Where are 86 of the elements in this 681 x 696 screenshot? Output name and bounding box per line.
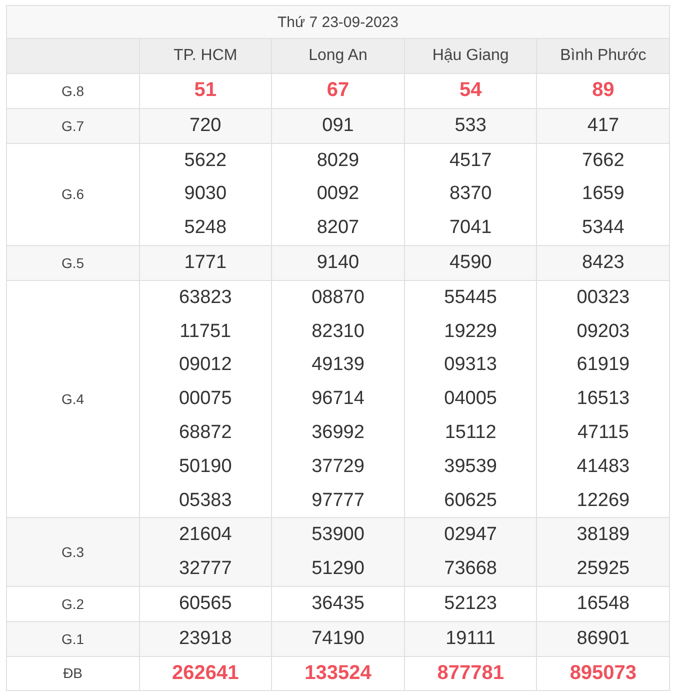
prize-number: 02947 [443,523,498,548]
prize-number: 00075 [178,387,233,412]
prize-number: 533 [454,114,488,138]
prize-number: 9030 [183,182,228,206]
prize-number: 39539 [443,454,498,479]
prize-number: 09313 [443,353,498,378]
prize-number: 08870 [310,286,366,310]
prize-number: 55445 [443,286,498,310]
prize-number: 895073 [568,660,638,686]
prize-number: 04005 [443,387,498,412]
prize-number: 4517 [448,148,493,173]
prize-number: 37729 [310,454,366,479]
prize-number: 63823 [178,286,233,310]
prize-number: 60565 [178,592,233,616]
prize-number: 74190 [310,626,366,651]
prize-number: 25925 [576,557,631,582]
province-header: TP. HCM [139,38,272,74]
prize-number: 7662 [581,148,626,173]
prize-number: 720 [188,114,222,138]
prize-number: 19229 [443,320,498,344]
prize-number: 05383 [178,488,233,513]
prize-number: 09012 [178,353,233,378]
prize-number: 091 [321,114,355,138]
prize-number: 51290 [310,557,366,582]
province-header: Bình Phước [536,38,670,74]
prize-label: G.8 [6,74,140,108]
prize-number: 262641 [171,660,240,686]
prize-number: 7041 [448,216,493,240]
prize-label: G.3 [6,518,140,586]
province-header: Long An [272,38,404,74]
prize-number: 9140 [316,250,360,275]
prize-number: 0092 [316,182,360,206]
prize-number: 36992 [310,420,366,445]
prize-number: 32777 [178,557,233,582]
prize-number: 49139 [310,353,366,378]
prize-number: 86901 [576,626,631,651]
prize-label: G.1 [6,621,140,656]
prize-number: 11751 [178,320,232,344]
prize-number: 00323 [576,286,631,310]
prize-number: 52123 [443,592,498,616]
prize-number: 15112 [444,420,498,445]
prize-number: 8207 [316,216,360,240]
prize-number: 133524 [304,660,372,686]
prize-number: 877781 [436,660,505,686]
prize-number: 23918 [178,626,233,651]
province-header: Hậu Giang [404,38,537,74]
prize-number: 8423 [581,250,626,275]
prize-label: G.6 [6,143,140,246]
prize-number: 12269 [576,488,631,513]
prize-number: 60625 [443,488,498,513]
prize-number: 53900 [310,523,366,548]
prize-number: 21604 [178,523,233,548]
prize-number: 73668 [443,557,498,582]
prize-number: 5344 [581,216,626,240]
table-title: Thứ 7 23-09-2023 [6,6,670,38]
prize-number: 5622 [183,148,228,173]
prize-number: 5248 [183,216,228,240]
prize-number: 4590 [448,250,493,275]
prize-number: 1771 [183,250,228,275]
prize-label: G.5 [6,245,140,280]
prize-number: 38189 [576,523,631,548]
prize-label: G.2 [6,586,140,622]
prize-number: 16513 [576,387,631,412]
prize-label: G.7 [6,108,140,144]
prize-number: 09203 [576,320,631,344]
prize-number: 97777 [310,488,366,513]
prize-number: 89 [591,78,616,103]
prize-number: 19111 [444,626,497,651]
prize-number: 1659 [581,182,626,206]
prize-number: 8029 [316,148,360,173]
prize-number: 82310 [310,320,366,344]
prize-number: 96714 [310,387,366,412]
prize-number: 417 [586,114,620,138]
prize-number: 47115 [576,420,630,445]
prize-number: 67 [326,78,350,103]
prize-number: 68872 [178,420,233,445]
prize-number: 8370 [448,182,493,206]
prize-number: 50190 [178,454,233,479]
prize-label: ĐB [6,656,140,691]
prize-number: 61919 [576,353,631,378]
prize-number: 16548 [576,592,631,616]
prize-number: 41483 [576,454,631,479]
prize-number: 54 [458,78,483,103]
prize-number: 36435 [310,592,366,616]
prize-label: G.4 [6,280,140,518]
prize-number: 51 [193,78,218,103]
